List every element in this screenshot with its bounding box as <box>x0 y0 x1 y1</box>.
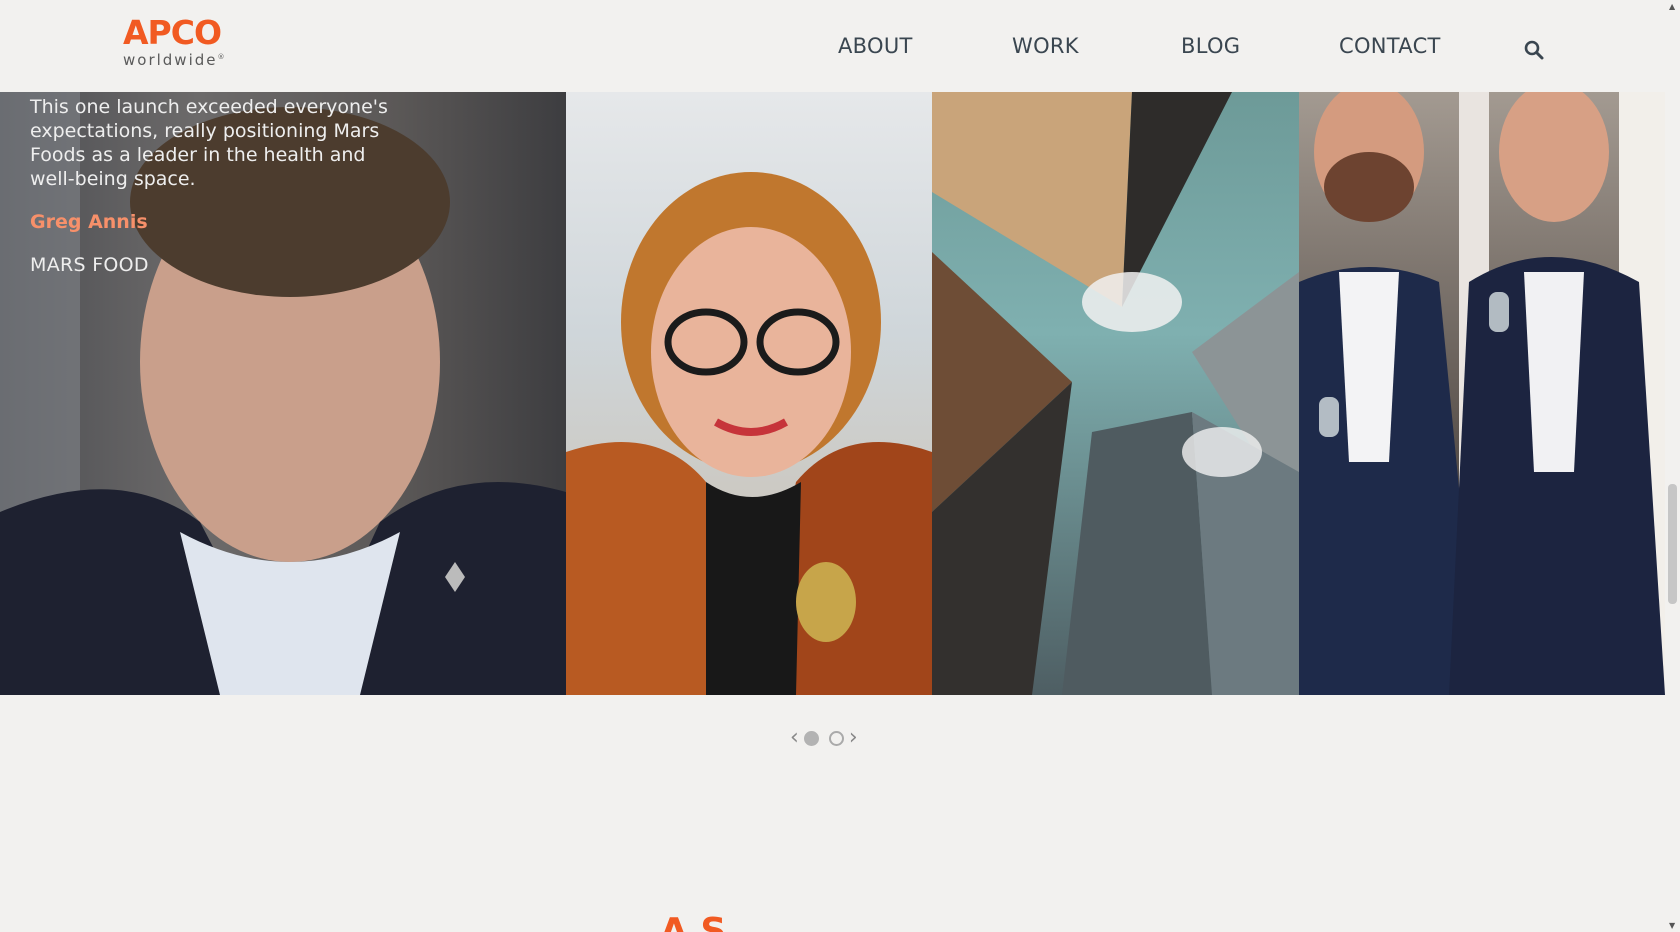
apco-logo[interactable]: APCO worldwide® <box>123 16 225 69</box>
testimonial-author: Greg Annis <box>30 211 148 233</box>
testimonial-quote: This one launch exceeded everyone's expe… <box>30 96 388 190</box>
testimonial-company: MARS FOOD <box>30 254 149 276</box>
section-heading-partial: A S <box>660 914 726 932</box>
man-portrait[interactable]: This one launch exceeded everyone's expe… <box>0 92 566 695</box>
logo-sub-text: worldwide® <box>123 51 225 69</box>
scroll-down-icon[interactable]: ▼ <box>1669 921 1675 930</box>
testimonial-carousel: This one launch exceeded everyone's expe… <box>0 92 1665 695</box>
nav-blog[interactable]: BLOG <box>1181 34 1240 58</box>
two-men-photo[interactable] <box>1299 92 1665 695</box>
woman-portrait[interactable] <box>566 92 932 695</box>
carousel-dot-1[interactable] <box>803 730 819 746</box>
chevron-left-icon[interactable]: ‹ <box>790 727 799 749</box>
skyscrapers-photo[interactable] <box>932 92 1299 695</box>
logo-main-text: APCO <box>123 13 222 52</box>
nav-work[interactable]: WORK <box>1012 34 1079 58</box>
carousel-controls: ‹ › <box>790 727 858 749</box>
nav-about[interactable]: ABOUT <box>838 34 913 58</box>
carousel-dot-2[interactable] <box>828 730 844 746</box>
scroll-up-icon[interactable]: ▲ <box>1669 2 1675 11</box>
chevron-right-icon[interactable]: › <box>849 727 858 749</box>
page-scrollbar[interactable]: ▲ ▼ <box>1665 0 1680 932</box>
search-icon[interactable] <box>1522 38 1546 62</box>
site-header: APCO worldwide® ABOUT WORK BLOG CONTACT <box>0 0 1665 92</box>
nav-contact[interactable]: CONTACT <box>1339 34 1441 58</box>
scrollbar-thumb[interactable] <box>1668 484 1677 604</box>
